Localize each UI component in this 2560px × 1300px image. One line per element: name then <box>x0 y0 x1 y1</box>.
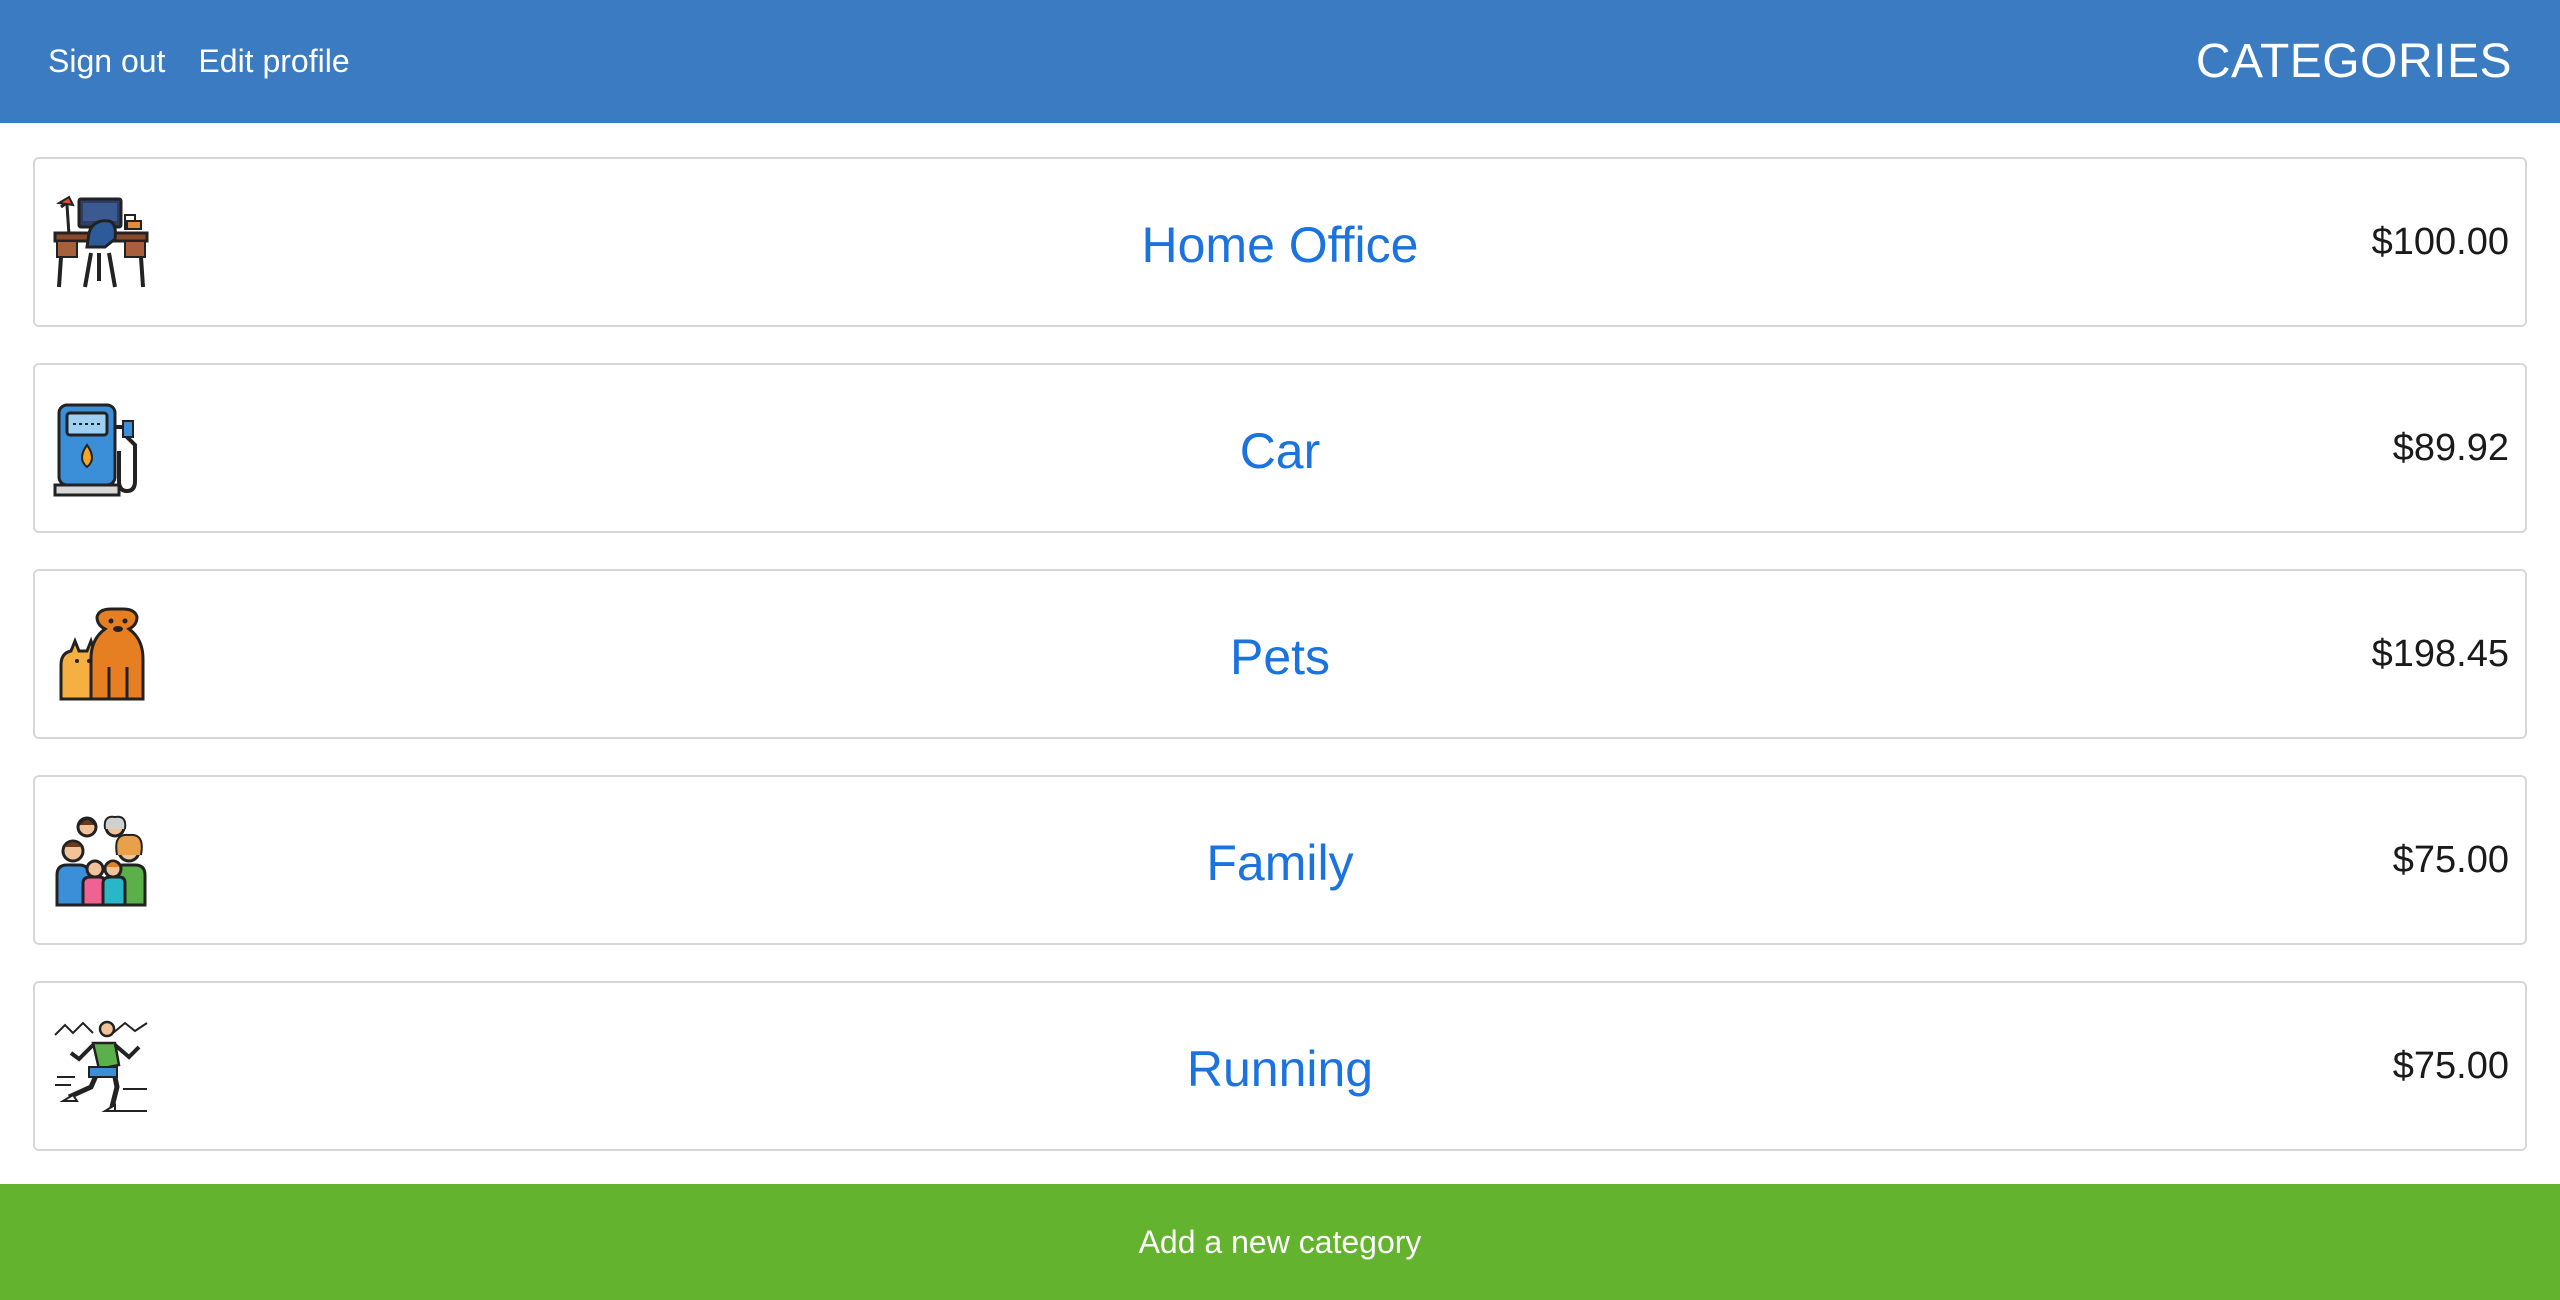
category-card-car[interactable]: Car $89.92 <box>33 363 2527 533</box>
category-amount: $198.45 <box>2371 633 2509 675</box>
category-name[interactable]: Family <box>35 777 2525 943</box>
category-amount: $100.00 <box>2371 221 2509 263</box>
category-card-home-office[interactable]: Home Office $100.00 <box>33 157 2527 327</box>
category-card-family[interactable]: Family $75.00 <box>33 775 2527 945</box>
add-category-button[interactable]: Add a new category <box>0 1184 2560 1300</box>
category-name[interactable]: Car <box>35 365 2525 531</box>
category-card-pets[interactable]: Pets $198.45 <box>33 569 2527 739</box>
category-name[interactable]: Running <box>35 983 2525 1149</box>
page-title: CATEGORIES <box>2195 35 2512 88</box>
category-amount: $75.00 <box>2392 1045 2509 1087</box>
category-amount: $89.92 <box>2392 427 2509 469</box>
category-amount: $75.00 <box>2392 839 2509 881</box>
category-name[interactable]: Pets <box>35 571 2525 737</box>
category-list: Home Office $100.00 Car $89.92 Pets $198… <box>33 157 2527 1187</box>
add-category-label: Add a new category <box>1138 1223 1422 1260</box>
category-card-running[interactable]: Running $75.00 <box>33 981 2527 1151</box>
category-name[interactable]: Home Office <box>35 159 2525 325</box>
edit-profile-link[interactable]: Edit profile <box>198 43 349 80</box>
top-navigation-bar: Sign out Edit profile CATEGORIES <box>0 0 2560 123</box>
sign-out-link[interactable]: Sign out <box>48 43 165 80</box>
